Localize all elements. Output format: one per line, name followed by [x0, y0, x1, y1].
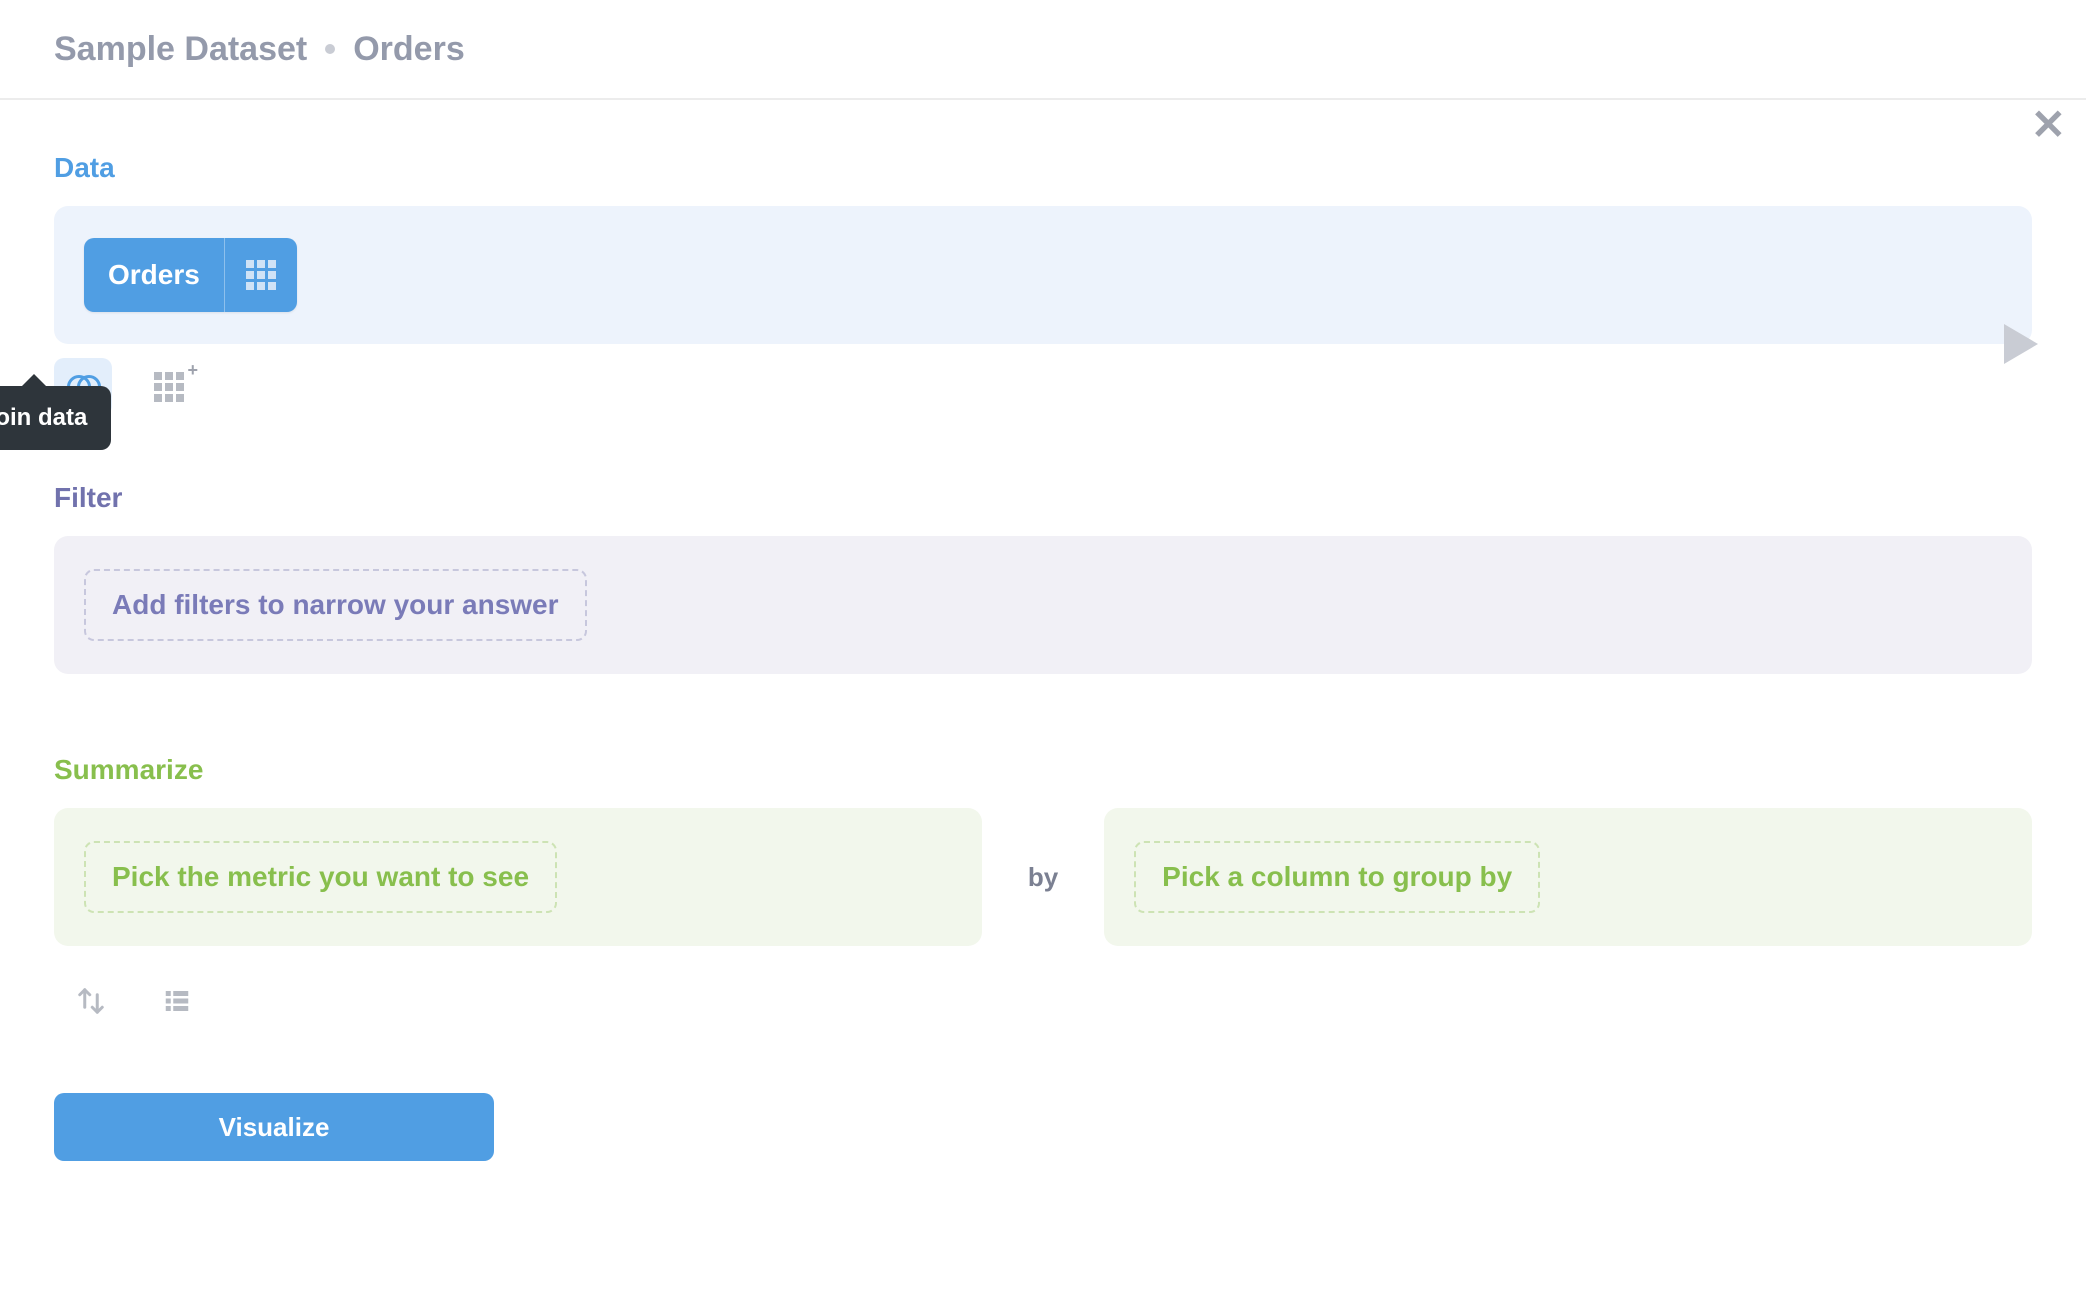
section-header-data: Data: [54, 152, 2032, 184]
section-header-filter: Filter: [54, 482, 2032, 514]
breadcrumb: Sample Dataset Orders: [54, 30, 465, 69]
filter-panel: Add filters to narrow your answer: [54, 536, 2032, 674]
custom-column-button[interactable]: [140, 358, 198, 416]
section-summarize: Summarize Pick the metric you want to se…: [54, 754, 2032, 1161]
breadcrumb-bar: Sample Dataset Orders: [0, 0, 2086, 100]
query-builder-page: ✕ Data Orders: [0, 100, 2086, 1294]
sort-icon[interactable]: [76, 986, 106, 1021]
selected-table-chip[interactable]: Orders: [84, 238, 297, 312]
data-action-icons: [54, 358, 2032, 416]
section-filter: Filter Add filters to narrow your answer: [54, 482, 2032, 674]
custom-column-icon: [154, 372, 184, 402]
breadcrumb-separator-icon: [325, 44, 335, 54]
section-data: Data Orders: [54, 152, 2032, 416]
visualize-button[interactable]: Visualize: [54, 1093, 494, 1161]
selected-table-label: Orders: [84, 238, 225, 312]
tooltip-join-data: Join data: [0, 386, 111, 450]
breadcrumb-table[interactable]: Orders: [353, 30, 465, 69]
section-header-summarize: Summarize: [54, 754, 2032, 786]
data-panel: Orders: [54, 206, 2032, 344]
table-columns-icon[interactable]: [225, 238, 297, 312]
pick-metric-button[interactable]: Pick the metric you want to see: [84, 841, 557, 913]
run-query-icon[interactable]: [2004, 324, 2038, 364]
row-limit-icon[interactable]: [162, 986, 192, 1021]
pick-groupby-button[interactable]: Pick a column to group by: [1134, 841, 1540, 913]
extra-action-icons: [54, 986, 2032, 1021]
breadcrumb-dataset[interactable]: Sample Dataset: [54, 30, 307, 69]
metric-panel: Pick the metric you want to see: [54, 808, 982, 946]
summarize-by-label: by: [1028, 862, 1058, 893]
close-icon[interactable]: ✕: [2031, 104, 2066, 146]
add-filter-button[interactable]: Add filters to narrow your answer: [84, 569, 587, 641]
summarize-row: Pick the metric you want to see by Pick …: [54, 808, 2032, 946]
groupby-panel: Pick a column to group by: [1104, 808, 2032, 946]
